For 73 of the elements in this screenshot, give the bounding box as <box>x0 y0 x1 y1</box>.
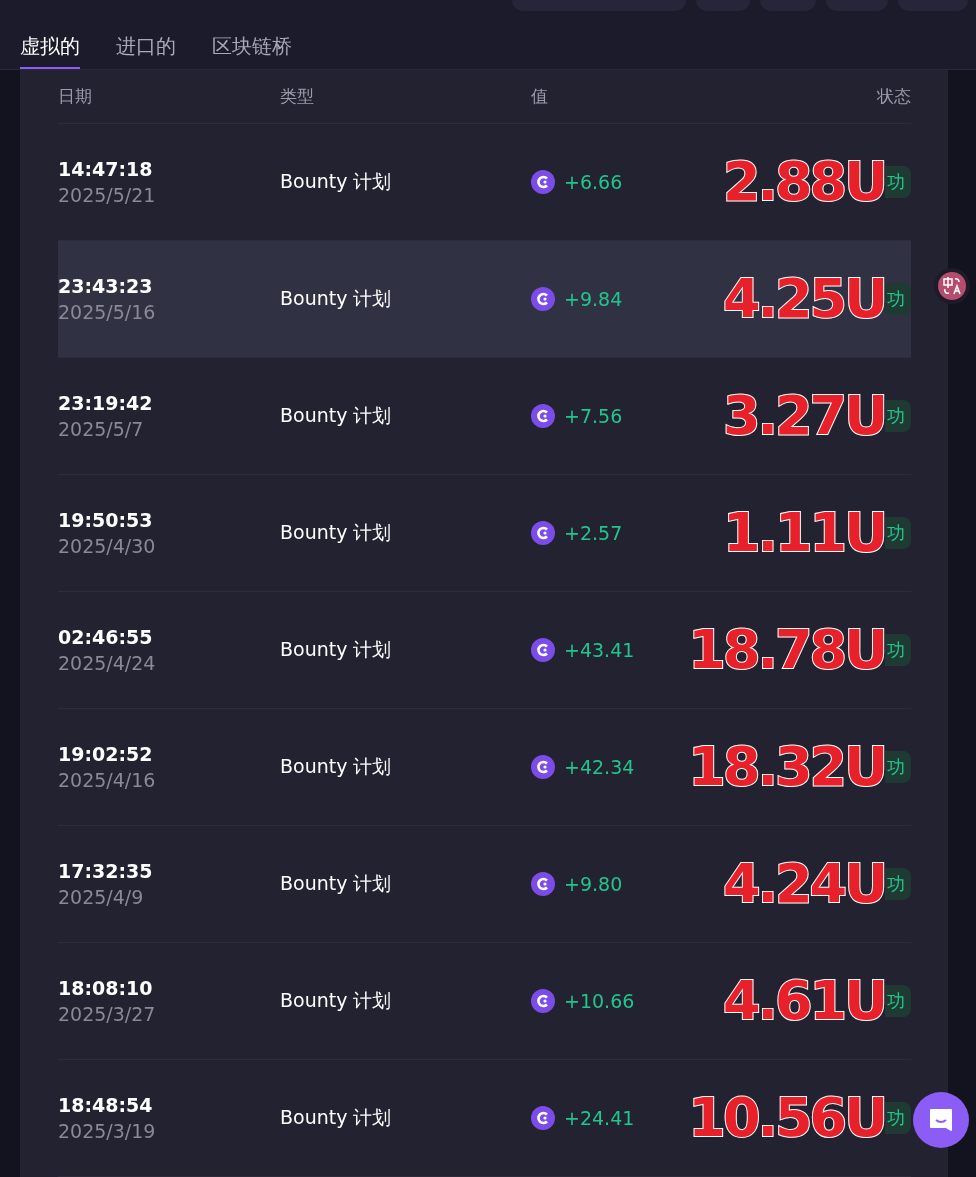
value-text: +24.41 <box>564 1107 635 1129</box>
tab[interactable]: 进口的 <box>116 22 176 69</box>
status-badge: 功 <box>885 283 911 315</box>
type-text: Bounty 计划 <box>280 871 393 896</box>
column-header: 值 <box>531 85 549 108</box>
annotation-text: 4.24U <box>722 857 885 911</box>
annotation-text: 4.61U <box>722 974 885 1028</box>
type-text: Bounty 计划 <box>280 754 393 779</box>
status-badge: 功 <box>885 985 911 1017</box>
date-text: 2025/4/30 <box>58 535 157 557</box>
value-text: +6.66 <box>564 171 623 193</box>
annotation-text: 10.56U <box>688 1091 885 1145</box>
type-text: Bounty 计划 <box>280 637 393 662</box>
type-text: Bounty 计划 <box>280 1105 393 1130</box>
date-text: 2025/5/21 <box>58 184 157 206</box>
time-text: 14:47:18 <box>58 158 154 180</box>
chat-button[interactable] <box>913 1092 969 1148</box>
date-text: 2025/4/9 <box>58 886 145 908</box>
status-badge: 功 <box>885 751 911 783</box>
date-text: 2025/4/24 <box>58 652 157 674</box>
translate-icon <box>942 276 962 296</box>
coin-icon <box>531 638 555 662</box>
value-text: +9.80 <box>564 873 623 895</box>
coin-icon <box>531 989 555 1013</box>
value-text: +43.41 <box>564 639 635 661</box>
status-badge: 功 <box>885 166 911 198</box>
date-text: 2025/4/16 <box>58 769 157 791</box>
coin-icon <box>531 1106 555 1130</box>
date-text: 2025/5/7 <box>58 418 145 440</box>
annotation-text: 1.11U <box>722 506 885 560</box>
type-text: Bounty 计划 <box>280 286 393 311</box>
status-badge: 功 <box>885 634 911 666</box>
column-header: 状态 <box>877 85 911 108</box>
status-badge: 功 <box>885 517 911 549</box>
date-text: 2025/3/27 <box>58 1003 157 1025</box>
status-badge: 功 <box>885 1102 911 1134</box>
status-badge: 功 <box>885 868 911 900</box>
translate-button[interactable] <box>934 268 970 304</box>
value-text: +2.57 <box>564 522 623 544</box>
status-badge: 功 <box>885 400 911 432</box>
value-text: +42.34 <box>564 756 635 778</box>
coin-icon <box>531 170 555 194</box>
time-text: 19:02:52 <box>58 743 154 765</box>
date-text: 2025/5/16 <box>58 301 157 323</box>
date-text: 2025/3/19 <box>58 1120 157 1142</box>
time-text: 23:19:42 <box>58 392 154 414</box>
coin-icon <box>531 287 555 311</box>
time-text: 02:46:55 <box>58 626 154 648</box>
type-text: Bounty 计划 <box>280 988 393 1013</box>
time-text: 17:32:35 <box>58 860 154 882</box>
chat-icon <box>927 1106 955 1134</box>
time-text: 18:48:54 <box>58 1094 154 1116</box>
type-text: Bounty 计划 <box>280 403 393 428</box>
time-text: 18:08:10 <box>58 977 154 999</box>
time-text: 19:50:53 <box>58 509 154 531</box>
value-text: +9.84 <box>564 288 623 310</box>
tab[interactable]: 区块链桥 <box>212 22 292 69</box>
annotation-text: 18.78U <box>688 623 885 677</box>
coin-icon <box>531 521 555 545</box>
annotation-text: 18.32U <box>688 740 885 794</box>
column-header: 日期 <box>58 85 93 108</box>
annotation-text: 4.25U <box>722 272 885 326</box>
value-text: +10.66 <box>564 990 635 1012</box>
annotation-text: 3.27U <box>722 389 885 443</box>
coin-icon <box>531 872 555 896</box>
type-text: Bounty 计划 <box>280 520 393 545</box>
type-text: Bounty 计划 <box>280 169 393 194</box>
coin-icon <box>531 404 555 428</box>
time-text: 23:43:23 <box>58 275 154 297</box>
coin-icon <box>531 755 555 779</box>
value-text: +7.56 <box>564 405 623 427</box>
column-header: 类型 <box>280 85 315 108</box>
annotation-text: 2.88U <box>722 155 885 209</box>
